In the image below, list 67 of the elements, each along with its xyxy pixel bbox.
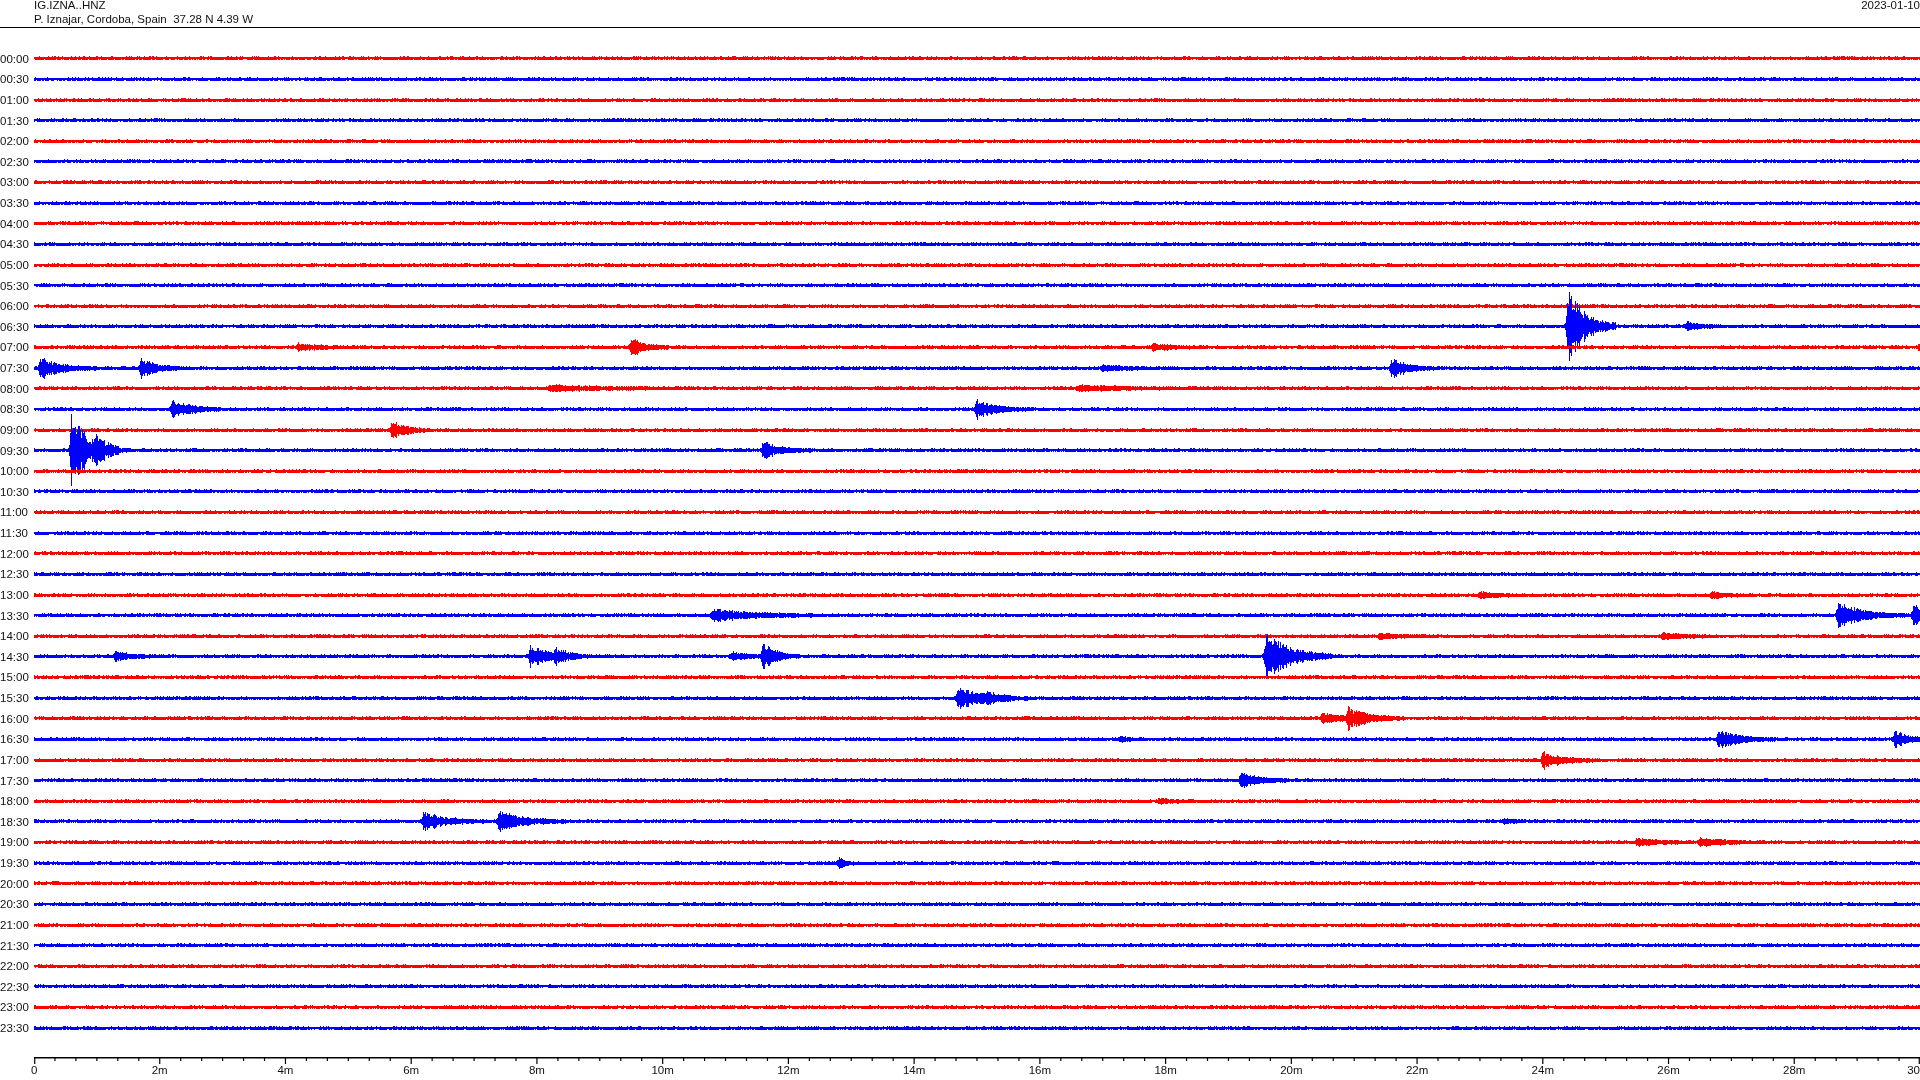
time-label: 13:30 [0, 609, 30, 622]
time-label: 21:30 [0, 939, 30, 952]
time-label: 06:30 [0, 320, 30, 333]
time-label: 01:00 [0, 93, 30, 106]
axis-label: 24m [1531, 1064, 1554, 1077]
time-label: 09:30 [0, 444, 30, 457]
time-label: 22:30 [0, 980, 30, 993]
time-label: 03:30 [0, 197, 30, 210]
time-label: 02:30 [0, 155, 30, 168]
axis-label: 14m [902, 1064, 926, 1077]
time-label: 03:00 [0, 176, 30, 189]
time-label: 02:00 [0, 135, 30, 148]
station-location: P. Iznajar, Cordoba, Spain 37.28 N 4.39 W [34, 12, 254, 26]
time-label: 00:30 [0, 73, 30, 86]
axis-label: 26m [1657, 1064, 1680, 1077]
axis-label: 0 [31, 1064, 38, 1077]
time-label: 16:30 [0, 733, 30, 746]
time-label: 23:00 [0, 1001, 30, 1014]
time-label: 10:00 [0, 465, 30, 478]
time-label: 22:00 [0, 960, 30, 973]
axis-label: 28m [1783, 1064, 1806, 1077]
time-label: 11:30 [0, 527, 29, 540]
axis-label: 10m [651, 1064, 674, 1077]
time-label: 15:00 [0, 671, 30, 684]
axis-label: 18m [1154, 1064, 1177, 1077]
time-label: 15:30 [0, 692, 30, 705]
time-label: 10:30 [0, 485, 30, 498]
axis-label: 4m [277, 1064, 294, 1077]
time-label: 12:00 [0, 547, 30, 560]
time-label: 16:00 [0, 712, 30, 725]
time-label: 14:30 [0, 650, 30, 663]
time-label: 05:00 [0, 258, 30, 271]
axis-label: 8m [528, 1064, 545, 1077]
time-label: 20:00 [0, 877, 30, 890]
time-label: 20:30 [0, 898, 30, 911]
time-label: 19:30 [0, 857, 30, 870]
time-label: 06:00 [0, 300, 30, 313]
time-label: 17:30 [0, 774, 30, 787]
station-code: IG.IZNA..HNZ [34, 0, 107, 12]
time-label: 01:30 [0, 114, 30, 127]
time-label: 00:00 [0, 52, 30, 65]
date-text: 2023-01-10 [1861, 0, 1920, 13]
time-label: 04:00 [0, 217, 30, 230]
time-label: 19:00 [0, 836, 30, 849]
time-label: 09:00 [0, 423, 30, 436]
axis-label: 12m [777, 1064, 800, 1077]
time-label: 14:00 [0, 630, 30, 643]
time-label: 04:30 [0, 238, 30, 251]
time-label: 17:00 [0, 753, 30, 766]
time-label: 13:00 [0, 588, 30, 601]
time-label: 05:30 [0, 279, 30, 292]
axis-label: 16m [1028, 1064, 1052, 1077]
axis-label: 22m [1405, 1064, 1429, 1077]
time-label: 07:30 [0, 362, 30, 375]
time-label: 11:00 [0, 506, 29, 519]
time-label: 12:30 [0, 568, 30, 581]
time-label: 07:00 [0, 341, 30, 354]
time-label: 21:00 [0, 918, 30, 931]
time-label: 08:00 [0, 382, 30, 395]
axis-label: 6m [403, 1064, 420, 1077]
axis-label: 2m [151, 1064, 168, 1077]
time-label: 23:30 [0, 1022, 30, 1035]
axis-label: 30 [1907, 1064, 1920, 1077]
time-label: 08:30 [0, 403, 30, 416]
time-label: 18:00 [0, 795, 30, 808]
axis-label: 20m [1280, 1064, 1303, 1077]
time-label: 18:30 [0, 815, 30, 828]
